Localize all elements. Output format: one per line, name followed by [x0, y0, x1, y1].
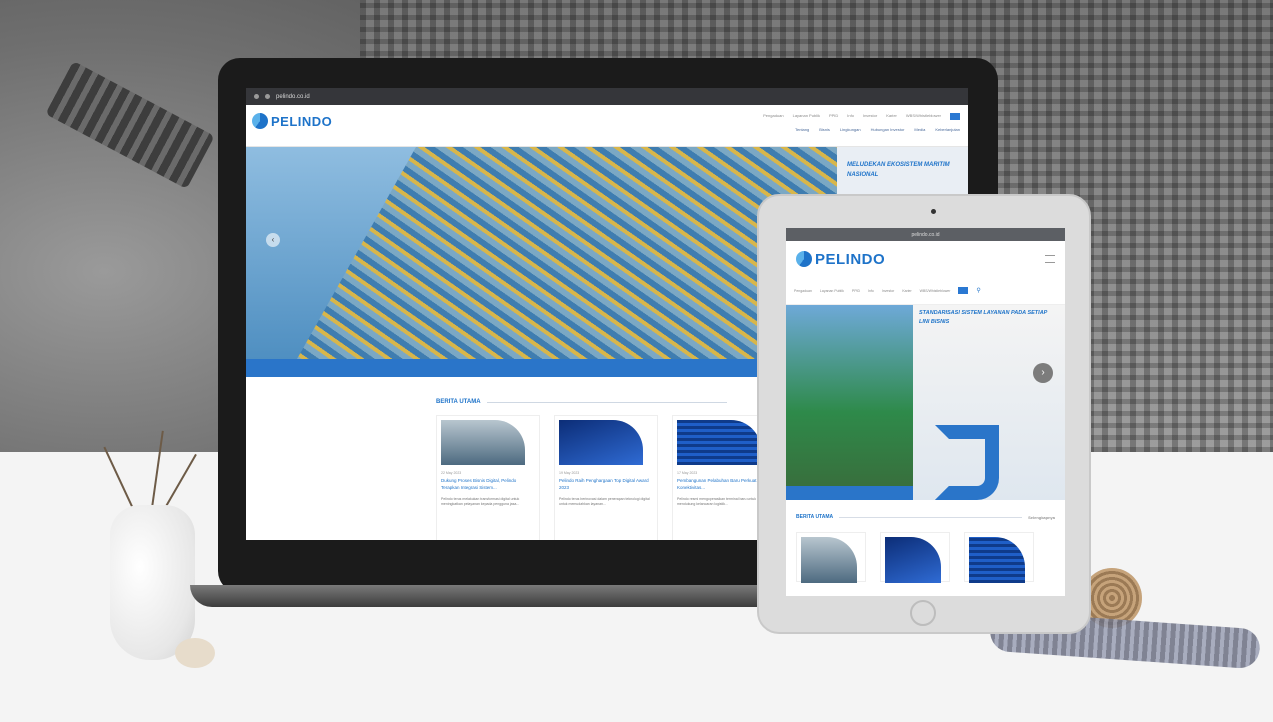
back-icon[interactable]	[254, 94, 259, 99]
dried-flower	[175, 638, 215, 668]
nav-item[interactable]: Hubungan Investor	[871, 127, 905, 132]
pelindo-logo[interactable]: PELINDO	[252, 113, 332, 129]
news-card-image	[559, 420, 643, 465]
hero-prev-button[interactable]: ‹	[266, 233, 280, 247]
tablet-news-heading: BERITA UTAMA Selengkapnya	[796, 514, 1055, 520]
tablet-logo-text: PELINDO	[815, 250, 886, 268]
topnav-item[interactable]: Karier	[886, 113, 897, 120]
news-card-image	[885, 537, 941, 583]
news-card-text: Pelindo terus melakukan transformasi dig…	[441, 496, 520, 507]
news-card-date: 19 May 2023	[559, 471, 580, 475]
tablet-navigation: Pengaduan Layanan Publik PPID Info Inves…	[786, 277, 1065, 305]
nav-item[interactable]: Keberlanjutan	[935, 127, 960, 132]
tablet-nav-item[interactable]: Karier	[902, 289, 911, 293]
pelindo-logo-icon	[796, 251, 812, 267]
news-card-text: Pelindo terus berinovasi dalam penerapan…	[559, 496, 650, 507]
nav-item[interactable]: Media	[914, 127, 925, 132]
pelindo-large-logo-icon	[935, 425, 999, 500]
logo-text: PELINDO	[271, 113, 333, 129]
tablet-pelindo-logo[interactable]: PELINDO	[796, 251, 885, 268]
topnav-item[interactable]: Info	[847, 113, 854, 120]
tablet-news-more-link[interactable]: Selengkapnya	[1028, 515, 1055, 520]
tablet-hero-image	[786, 305, 913, 500]
topnav-item[interactable]: PPID	[829, 113, 838, 120]
tablet-screen: pelindo.co.id PELINDO Pengaduan Layanan …	[786, 228, 1065, 596]
tablet-camera	[931, 209, 936, 214]
tablet-hero-next-button[interactable]: ›	[1033, 363, 1053, 383]
nav-item[interactable]: Lingkungan	[840, 127, 861, 132]
white-vase	[110, 505, 195, 660]
news-card-image	[677, 420, 761, 465]
divider	[486, 401, 727, 403]
tablet-news-card[interactable]	[964, 532, 1034, 583]
news-card-image	[801, 537, 857, 583]
tablet-news-cards	[796, 532, 1055, 583]
news-card-title[interactable]: Dukung Proses Bisnis Digital, Pelindo Te…	[441, 478, 535, 492]
topnav-item[interactable]: Pengaduan	[763, 113, 783, 120]
address-bar[interactable]: pelindo.co.id	[276, 94, 310, 100]
tablet-nav-item[interactable]: Info	[868, 289, 874, 293]
tablet-nav-item[interactable]: Investor	[882, 289, 894, 293]
news-card-image	[441, 420, 525, 465]
tablet-nav-item[interactable]: WBS/Whistleblower	[920, 289, 951, 293]
reload-icon[interactable]	[265, 94, 270, 99]
topnav-item[interactable]: Investor	[863, 113, 877, 120]
tablet-hero-caption: STANDARISASI SISTEM LAYANAN PADA SETIAP …	[919, 310, 1048, 325]
tablet-nav-item[interactable]: Pengaduan	[794, 289, 812, 293]
nav-item[interactable]: Tentang	[795, 127, 809, 132]
tablet-nav-item[interactable]: Layanan Publik	[820, 289, 844, 293]
divider	[839, 516, 1023, 518]
news-card-image	[969, 537, 1025, 583]
top-navigation: Pengaduan Layanan Publik PPID Info Inves…	[763, 113, 960, 120]
news-card-date: 22 May 2023	[441, 471, 462, 475]
tablet-news-section: BERITA UTAMA Selengkapnya	[786, 500, 1065, 583]
language-flag-icon[interactable]	[958, 287, 969, 294]
topnav-item[interactable]: Layanan Publik	[793, 113, 820, 120]
search-icon[interactable]: ⚲	[976, 287, 980, 294]
browser-toolbar: pelindo.co.id	[246, 88, 968, 105]
pelindo-logo-icon	[252, 113, 268, 129]
tablet-news-card[interactable]	[796, 532, 866, 583]
news-card-title[interactable]: Pelindo Raih Penghargaan Top Digital Awa…	[559, 478, 653, 492]
news-card[interactable]: 22 May 2023 Dukung Proses Bisnis Digital…	[436, 415, 540, 540]
tablet-browser-toolbar: pelindo.co.id	[786, 228, 1065, 241]
tablet-hero-banner: STANDARISASI SISTEM LAYANAN PADA SETIAP …	[786, 305, 1065, 500]
news-card[interactable]: 19 May 2023 Pelindo Raih Penghargaan Top…	[554, 415, 658, 540]
main-navigation: Tentang Bisnis Lingkungan Hubungan Inves…	[795, 127, 960, 132]
hero-caption: MELUDEKAN EKOSISTEM MARITIM NASIONAL	[847, 162, 950, 178]
news-heading-text: BERITA UTAMA	[436, 399, 481, 405]
hamburger-menu-icon[interactable]	[1045, 255, 1055, 263]
tablet-news-card[interactable]	[880, 532, 950, 583]
product-mockup-scene: pelindo.co.id PELINDO Pengaduan Layanan …	[0, 0, 1273, 722]
nav-item[interactable]: Bisnis	[819, 127, 830, 132]
language-flag-icon[interactable]	[950, 113, 960, 120]
tablet-hero-caption-panel: STANDARISASI SISTEM LAYANAN PADA SETIAP …	[913, 305, 1065, 500]
tablet-address-bar[interactable]: pelindo.co.id	[911, 232, 939, 238]
tablet-nav-item[interactable]: PPID	[852, 289, 860, 293]
tablet-site-header: PELINDO	[786, 241, 1065, 277]
site-header: PELINDO Pengaduan Layanan Publik PPID In…	[246, 105, 968, 147]
tablet-home-button[interactable]	[910, 600, 936, 626]
tablet-news-heading-text: BERITA UTAMA	[796, 514, 834, 520]
topnav-item[interactable]: WBS/Whistleblower	[906, 113, 941, 120]
tablet-hero-strip	[786, 486, 913, 500]
